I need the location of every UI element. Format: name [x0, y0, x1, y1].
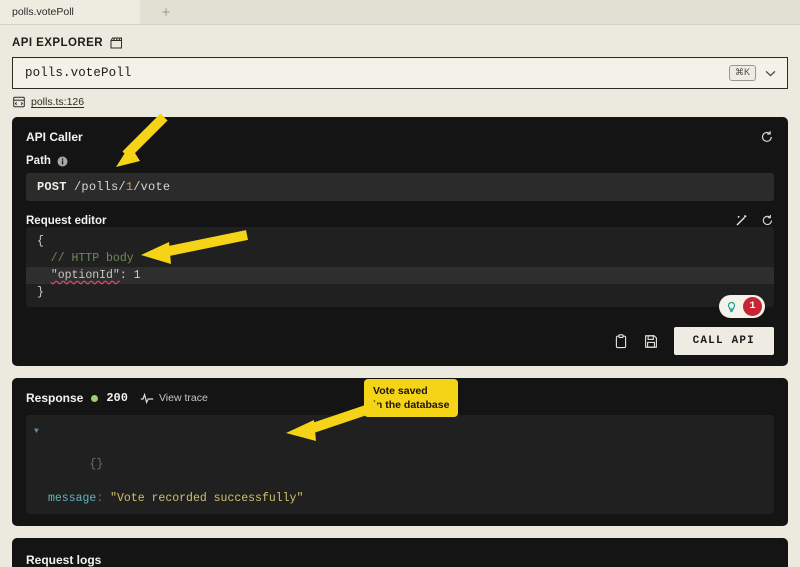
reset-icon[interactable] [760, 130, 774, 144]
api-caller-panel: API Caller Path POST /polls/1/vote Reque… [12, 113, 788, 366]
path-prefix: /polls/ [66, 180, 126, 194]
response-colon: : [96, 492, 111, 505]
tab-polls-votepoll[interactable]: polls.votePoll [0, 0, 140, 24]
path-input[interactable]: POST /polls/1/vote [26, 173, 774, 201]
clapperboard-icon[interactable] [110, 37, 123, 49]
api-explorer-header: API EXPLORER [0, 25, 800, 57]
request-body-editor[interactable]: { // HTTP body "optionId": 1 } 1 [26, 227, 774, 318]
callout-line-1: Vote saved [373, 385, 428, 397]
editor-line-comment: // HTTP body [37, 252, 134, 265]
api-selector-value: polls.votePoll [25, 66, 132, 80]
response-body: ▼ {} message: "Vote recorded successfull… [26, 415, 774, 514]
tab-bar-empty-area [192, 0, 800, 24]
view-trace-button[interactable]: View trace [140, 392, 208, 404]
response-braces: {} [89, 458, 104, 471]
response-value: "Vote recorded successfully" [110, 492, 304, 505]
source-link-row: polls.ts:126 [13, 96, 800, 108]
response-property: message [48, 492, 97, 505]
response-line-message: message: "Vote recorded successfully" [26, 490, 774, 507]
request-editor-actions [735, 214, 774, 227]
clipboard-icon[interactable] [614, 333, 628, 349]
view-trace-label: View trace [158, 392, 208, 404]
api-caller-toolbar: CALL API [26, 327, 774, 355]
code-file-icon [13, 96, 25, 108]
magic-wand-icon[interactable] [735, 214, 748, 227]
path-label-row: Path [26, 155, 774, 167]
callout-line-2: in the database [373, 399, 450, 411]
plus-icon: + [161, 3, 171, 21]
api-caller-title: API Caller [26, 130, 83, 144]
source-file-link[interactable]: polls.ts:126 [31, 96, 84, 108]
lightbulb-icon[interactable] [722, 297, 741, 316]
editor-status-badges: 1 [719, 295, 765, 318]
json-value-optionid: 1 [133, 269, 141, 282]
status-code: 200 [106, 391, 128, 405]
path-label: Path [26, 155, 51, 167]
chevron-down-icon[interactable] [765, 64, 776, 82]
request-logs-title: Request logs [26, 553, 102, 567]
save-icon[interactable] [644, 334, 658, 349]
keyboard-shortcut-badge: ⌘K [728, 64, 756, 82]
editor-reset-icon[interactable] [761, 214, 774, 227]
request-editor-header: Request editor [26, 214, 774, 227]
info-icon[interactable] [57, 156, 68, 167]
json-key-optionid: "optionId" [50, 269, 120, 282]
new-tab-button[interactable]: + [140, 0, 192, 24]
http-method: POST [37, 180, 67, 194]
tab-label: polls.votePoll [12, 6, 74, 18]
tab-bar: polls.votePoll + [0, 0, 800, 25]
response-line-braces: ▼ {} [26, 422, 774, 490]
path-suffix: /vote [133, 180, 171, 194]
json-colon: : [119, 269, 134, 282]
response-panel: Response 200 View trace ▼ {} message: "V… [12, 378, 788, 526]
request-editor-label: Request editor [26, 214, 107, 227]
triangle-down-icon[interactable]: ▼ [34, 423, 39, 440]
activity-icon [140, 392, 154, 404]
page-title: API EXPLORER [12, 37, 104, 49]
error-count-badge[interactable]: 1 [743, 297, 762, 316]
annotation-callout-vote-saved: Vote saved in the database [364, 379, 459, 417]
api-caller-header: API Caller [26, 130, 774, 144]
api-selector[interactable]: polls.votePoll ⌘K [12, 57, 788, 89]
editor-line-close-brace: } [37, 286, 44, 299]
editor-line-open-brace: { [37, 235, 44, 248]
editor-line-optionid: "optionId": 1 [26, 267, 774, 284]
response-title: Response [26, 391, 84, 405]
call-api-button[interactable]: CALL API [673, 327, 774, 355]
request-logs-panel: Request logs 10:07AM INF starting reques… [12, 538, 788, 567]
status-dot-icon [91, 394, 99, 402]
